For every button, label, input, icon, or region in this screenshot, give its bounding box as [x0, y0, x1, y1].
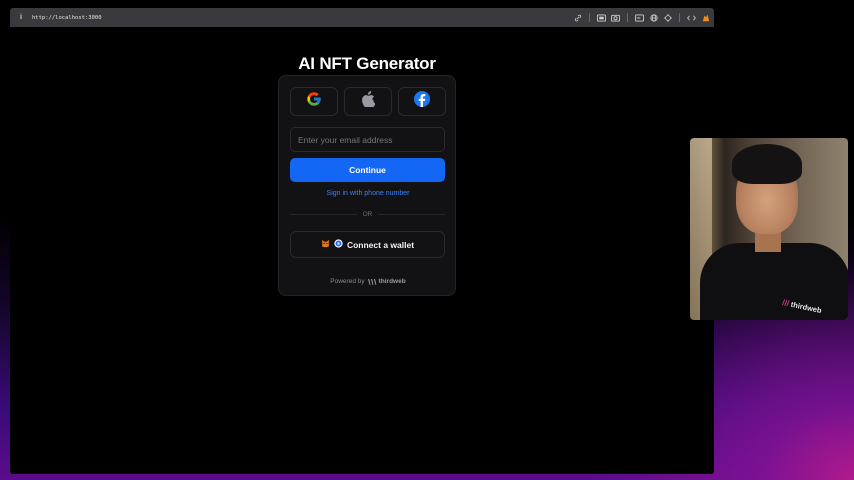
url-bar[interactable]: http://localhost:3000	[32, 15, 102, 21]
facebook-login-button[interactable]	[398, 87, 446, 116]
google-icon	[306, 91, 322, 112]
powered-by-text: Powered by	[330, 278, 365, 285]
google-login-button[interactable]	[290, 87, 338, 116]
powered-by: Powered by thirdweb	[279, 278, 457, 285]
apple-login-button[interactable]	[344, 87, 392, 116]
metamask-icon	[321, 239, 330, 250]
info-icon[interactable]: i	[16, 14, 26, 21]
thirdweb-logo[interactable]: thirdweb	[367, 278, 406, 285]
thirdweb-brand-text: thirdweb	[378, 278, 406, 285]
email-input[interactable]	[290, 127, 445, 152]
or-divider: OR	[290, 210, 445, 219]
toolbar-separator	[627, 13, 628, 22]
camera-icon[interactable]	[611, 13, 620, 22]
facebook-icon	[414, 91, 430, 112]
divider-line	[378, 214, 445, 215]
toolbar-icons	[573, 8, 710, 27]
or-text: OR	[362, 211, 373, 218]
sidebar-icon[interactable]	[635, 13, 644, 22]
login-card: Continue Sign in with phone number OR Co…	[278, 75, 456, 296]
shirt-logo-mark: ///	[781, 297, 790, 309]
connect-wallet-label: Connect a wallet	[346, 239, 415, 250]
toolbar-separator	[589, 13, 590, 22]
coinbase-icon	[334, 239, 343, 250]
social-login-row	[290, 87, 446, 116]
continue-button[interactable]: Continue	[290, 158, 445, 182]
apple-icon	[361, 91, 376, 112]
webcam-person-shirt	[700, 243, 848, 320]
webcam-overlay: /// thirdweb	[690, 138, 848, 320]
browser-titlebar: i http://localhost:3000	[10, 8, 714, 27]
divider-line	[290, 214, 357, 215]
globe-icon[interactable]	[649, 13, 658, 22]
browser-window: i http://localhost:3000 AI NFT Generator…	[10, 8, 714, 474]
toolbar-separator	[679, 13, 680, 22]
phone-signin-link[interactable]: Sign in with phone number	[279, 190, 457, 197]
crosshair-icon[interactable]	[663, 13, 672, 22]
thirdweb-icon	[367, 278, 376, 285]
connect-wallet-button[interactable]: Connect a wallet	[290, 231, 445, 258]
extension-icon[interactable]	[701, 13, 710, 22]
code-icon[interactable]	[687, 13, 696, 22]
link-icon[interactable]	[573, 13, 582, 22]
page-content: AI NFT Generator Enter your email addres…	[10, 27, 714, 474]
page-title: AI NFT Generator	[298, 54, 436, 73]
webcam-person-hair	[732, 144, 802, 184]
screenshot-icon[interactable]	[597, 13, 606, 22]
